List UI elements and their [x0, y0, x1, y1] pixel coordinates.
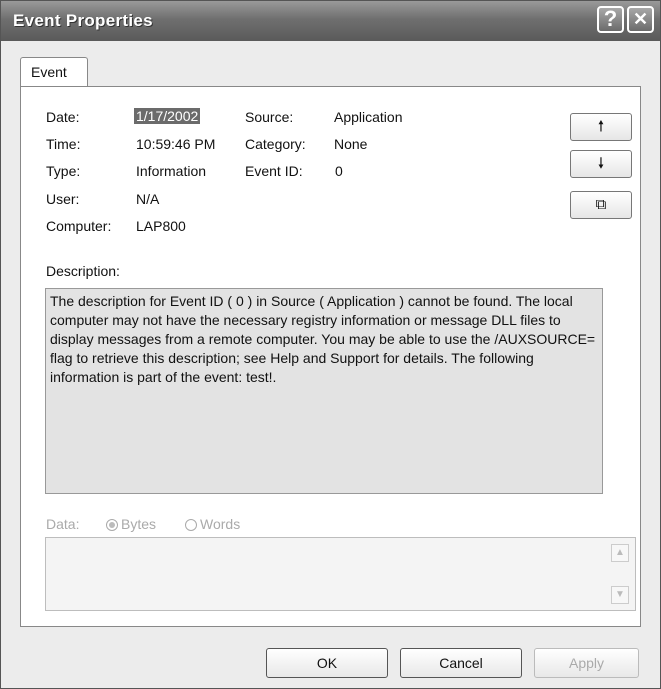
- next-event-button[interactable]: 🠗: [570, 150, 632, 178]
- words-radio-label: Words: [200, 516, 241, 532]
- source-value: Application: [334, 109, 403, 125]
- cancel-label: Cancel: [439, 655, 483, 671]
- scroll-down-icon[interactable]: ▼: [611, 586, 629, 604]
- time-label: Time:: [46, 136, 81, 152]
- tab-event[interactable]: Event: [20, 57, 88, 87]
- copy-event-button[interactable]: ⧉: [570, 191, 632, 219]
- previous-event-button[interactable]: 🠕: [570, 113, 632, 141]
- close-button[interactable]: ✕: [627, 6, 654, 33]
- source-label: Source:: [245, 109, 294, 125]
- apply-label: Apply: [568, 655, 605, 671]
- ok-label: OK: [316, 655, 338, 671]
- computer-value: LAP800: [136, 218, 186, 234]
- title-bar[interactable]: Event Properties ? ✕: [1, 1, 660, 41]
- event-id-label: Event ID:: [245, 163, 303, 179]
- description-text[interactable]: The description for Event ID ( 0 ) in So…: [45, 288, 603, 494]
- radio-selected-icon: [106, 519, 118, 531]
- user-label: User:: [46, 191, 80, 207]
- apply-button[interactable]: Apply: [534, 648, 639, 678]
- user-value: N/A: [136, 191, 160, 207]
- data-scrollbar[interactable]: ▲ ▼: [611, 544, 629, 604]
- cancel-button[interactable]: Cancel: [400, 648, 522, 678]
- radio-unselected-icon: [185, 519, 197, 531]
- scroll-up-icon[interactable]: ▲: [611, 544, 629, 562]
- tab-label: Event: [31, 64, 67, 80]
- date-label: Date:: [46, 109, 80, 125]
- bytes-radio-label: Bytes: [121, 516, 157, 532]
- category-label: Category:: [245, 136, 306, 152]
- ok-button[interactable]: OK: [266, 648, 388, 678]
- computer-label: Computer:: [46, 218, 112, 234]
- category-value: None: [334, 136, 368, 152]
- description-label: Description:: [46, 263, 120, 279]
- arrow-up-icon: 🠕: [597, 118, 605, 135]
- arrow-down-icon: 🠗: [597, 155, 605, 172]
- words-radio[interactable]: Words: [185, 516, 240, 532]
- time-value: 10:59:46 PM: [136, 136, 216, 152]
- type-value: Information: [136, 163, 207, 179]
- type-label: Type:: [46, 163, 81, 179]
- copy-icon: ⧉: [595, 196, 607, 213]
- date-value[interactable]: 1/17/2002: [134, 108, 201, 124]
- event-id-value: 0: [335, 163, 343, 179]
- help-icon: ?: [603, 6, 618, 31]
- help-button[interactable]: ?: [597, 6, 624, 33]
- data-textbox[interactable]: ▲ ▼: [45, 537, 636, 611]
- bytes-radio[interactable]: Bytes: [106, 516, 156, 532]
- close-icon: ✕: [632, 9, 649, 29]
- window-title: Event Properties: [13, 11, 153, 30]
- event-properties-dialog: Event Properties ? ✕ Event Date: 1/17/20…: [0, 0, 661, 689]
- data-label: Data:: [46, 516, 80, 532]
